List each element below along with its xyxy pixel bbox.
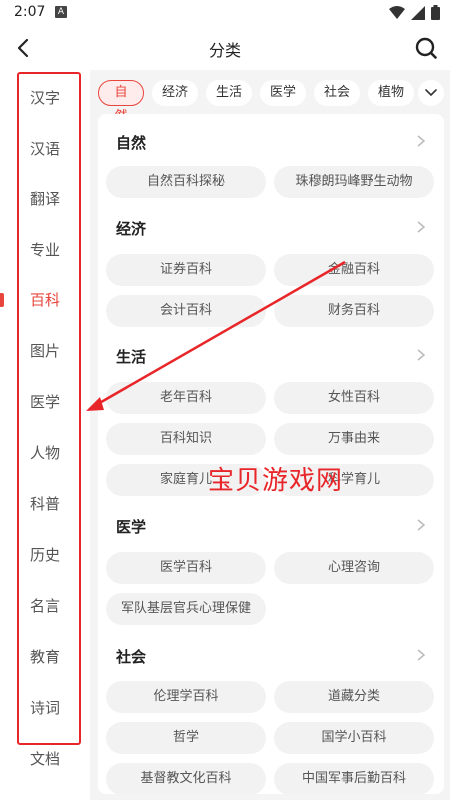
tag-item[interactable]: 中国军事后勤百科 [274,763,434,794]
chip-yixue[interactable]: 医学 [260,80,306,106]
sidebar-item-shici[interactable]: 诗词 [0,683,90,733]
signal-icon [411,5,425,20]
chip-zhiwu[interactable]: 植物 [368,80,414,106]
sidebar-item-renwu[interactable]: 人物 [0,428,90,478]
tag-item[interactable]: 基督教文化百科 [106,763,266,794]
chip-shehui[interactable]: 社会 [314,80,360,106]
sidebar-item-fanyi[interactable]: 翻译 [0,174,90,224]
search-icon [415,37,437,59]
chevron-right-icon [417,649,426,661]
tag-item[interactable]: 医学百科 [106,552,266,584]
sidebar-item-baike[interactable]: 百科 [0,275,90,325]
section-title: 医学 [116,518,147,536]
tag-item[interactable]: 伦理学百科 [106,681,266,713]
status-bar: 2:07 A [0,0,450,26]
wifi-icon [389,5,405,19]
status-icons [389,5,440,20]
tag-item[interactable]: 道藏分类 [274,681,434,713]
chip-ziran[interactable]: 自然 [98,80,144,124]
tag-item[interactable]: 珠穆朗玛峰野生动物 [274,166,434,198]
tag-item[interactable]: 百科知识 [106,423,266,455]
tag-item[interactable]: 万事由来 [274,423,434,455]
watermark-text: 宝贝游戏网 [208,466,344,496]
app-header: 分类 [0,26,450,70]
tag-item[interactable]: 女性百科 [274,382,434,414]
chevron-down-icon [425,89,437,97]
section-header-jingji[interactable]: 经济 [116,212,428,242]
subcategory-chip-bar: 自然 经济 生活 医学 社会 植物 [90,70,450,124]
expand-chips-button[interactable] [418,80,444,106]
status-time: 2:07 [14,4,46,20]
tag-item[interactable]: 证券百科 [106,254,266,286]
sidebar-item-hanyu[interactable]: 汉语 [0,124,90,174]
chevron-right-icon [417,135,426,147]
section-header-shehui[interactable]: 社会 [116,640,428,670]
sidebar-item-jiaoyu[interactable]: 教育 [0,632,90,682]
sidebar-item-wendang[interactable]: 文档 [0,734,90,784]
tag-item[interactable]: 自然百科探秘 [106,166,266,198]
section-title: 生活 [116,348,147,366]
tag-item[interactable]: 财务百科 [274,295,434,327]
category-sidebar: 汉字 汉语 翻译 专业 百科 图片 医学 人物 科普 历史 名言 教育 诗词 文… [0,70,90,800]
sidebar-item-kepu[interactable]: 科普 [0,479,90,529]
sidebar-item-lishi[interactable]: 历史 [0,530,90,580]
chevron-right-icon [417,519,426,531]
sidebar-item-hanzi[interactable]: 汉字 [0,73,90,123]
tag-item[interactable]: 哲学 [106,722,266,754]
tag-item[interactable]: 老年百科 [106,382,266,414]
sidebar-item-mingyan[interactable]: 名言 [0,581,90,631]
tag-item[interactable]: 国学小百科 [274,722,434,754]
section-title: 经济 [116,220,147,238]
battery-icon [431,5,440,20]
chevron-right-icon [417,221,426,233]
sidebar-item-zhuanye[interactable]: 专业 [0,225,90,275]
tag-item[interactable]: 会计百科 [106,295,266,327]
category-content-panel: 自然 自然百科探秘 珠穆朗玛峰野生动物 经济 证券百科 金融百科 会计百科 财务… [98,114,444,794]
tag-item[interactable]: 心理咨询 [274,552,434,584]
section-title: 社会 [116,648,147,666]
page-title: 分类 [208,41,241,60]
sidebar-item-yixue[interactable]: 医学 [0,377,90,427]
sidebar-item-tupian[interactable]: 图片 [0,326,90,376]
chip-shenghuo[interactable]: 生活 [206,80,252,106]
section-header-yixue[interactable]: 医学 [116,510,428,540]
chevron-right-icon [417,349,426,361]
search-button[interactable] [414,36,438,60]
tag-item[interactable]: 金融百科 [274,254,434,286]
section-title: 自然 [116,134,147,152]
notification-icon: A [55,6,67,18]
tag-item[interactable]: 军队基层官兵心理保健 [106,593,266,625]
section-header-shenghuo[interactable]: 生活 [116,340,428,370]
section-header-ziran[interactable]: 自然 [116,126,428,156]
chip-jingji[interactable]: 经济 [152,80,198,106]
